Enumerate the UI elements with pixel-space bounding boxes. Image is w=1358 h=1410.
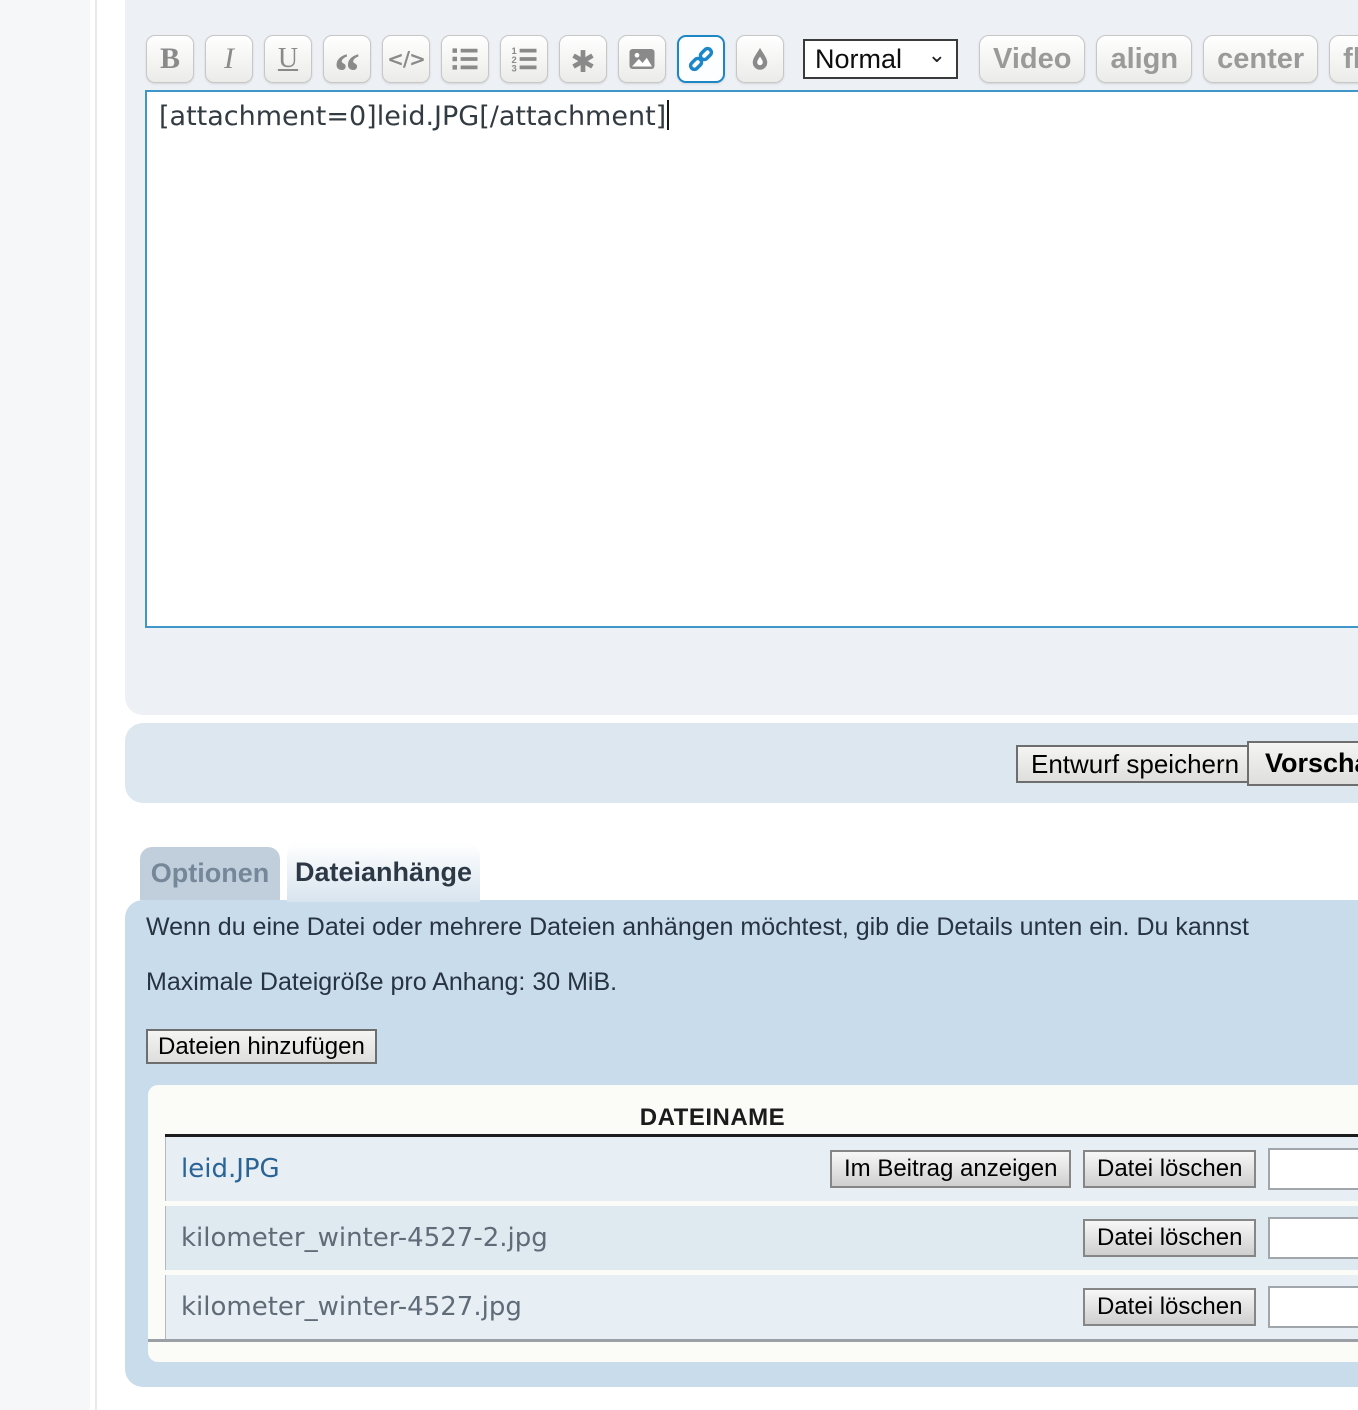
attachment-filename: kilometer_winter-4527-2.jpg: [181, 1223, 548, 1253]
attachment-filename: kilometer_winter-4527.jpg: [181, 1292, 522, 1322]
quote-icon: “: [334, 68, 360, 78]
color-drop-icon: [746, 45, 774, 73]
attachments-info-text: Wenn du eine Datei oder mehrere Dateien …: [146, 913, 1249, 942]
attachment-row: kilometer_winter-4527.jpg Datei löschen: [165, 1275, 1358, 1339]
left-sidebar: [0, 0, 90, 1410]
italic-button[interactable]: I: [205, 35, 253, 83]
bullet-list-icon: [450, 44, 480, 74]
underline-button[interactable]: U: [264, 35, 312, 83]
bold-icon: B: [160, 42, 180, 76]
code-icon: </>: [387, 47, 425, 71]
font-color-button[interactable]: [736, 35, 784, 83]
ordered-list-icon: 1 2 3: [509, 44, 539, 74]
preview-button[interactable]: Vorschau: [1247, 741, 1358, 786]
sidebar-divider: [95, 0, 97, 1410]
insert-image-button[interactable]: [618, 35, 666, 83]
format-select[interactable]: Normal ⌄: [803, 39, 958, 79]
attachments-table-panel: DATEINAME leid.JPG Im Beitrag anzeigen D…: [148, 1085, 1358, 1362]
delete-file-button[interactable]: Datei löschen: [1083, 1288, 1256, 1326]
add-files-button[interactable]: Dateien hinzufügen: [146, 1029, 377, 1064]
attachment-filename-link[interactable]: leid.JPG: [181, 1154, 280, 1184]
delete-file-button[interactable]: Datei löschen: [1083, 1219, 1256, 1257]
message-editor[interactable]: [attachment=0]leid.JPG[/attachment]: [145, 90, 1358, 628]
attachment-comment-input[interactable]: [1268, 1148, 1358, 1190]
asterisk-icon: ✱: [570, 45, 595, 80]
underline-icon: U: [278, 43, 298, 75]
table-bottom-border: [148, 1339, 1358, 1342]
max-filesize-text: Maximale Dateigröße pro Anhang: 30 MiB.: [146, 968, 617, 997]
tab-options[interactable]: Optionen: [140, 847, 280, 900]
image-icon: [627, 44, 657, 74]
attachment-row: kilometer_winter-4527-2.jpg Datei lösche…: [165, 1206, 1358, 1270]
post-editor-page: B I U “ </> 1 2: [0, 0, 1358, 1410]
svg-text:3: 3: [512, 64, 517, 74]
italic-icon: I: [224, 42, 234, 76]
align-button[interactable]: align: [1096, 35, 1192, 83]
attachment-row: leid.JPG Im Beitrag anzeigen Datei lösch…: [165, 1137, 1358, 1201]
tab-attachments[interactable]: Dateianhänge: [287, 843, 480, 902]
text-cursor: [667, 100, 669, 130]
format-select-value: Normal: [815, 44, 902, 75]
chevron-down-icon: ⌄: [928, 42, 946, 68]
ordered-list-button[interactable]: 1 2 3: [500, 35, 548, 83]
link-icon: [685, 43, 717, 75]
message-text: [attachment=0]leid.JPG[/attachment]: [159, 101, 666, 132]
show-in-post-button[interactable]: Im Beitrag anzeigen: [830, 1150, 1071, 1188]
code-button[interactable]: </>: [382, 35, 430, 83]
video-button[interactable]: Video: [979, 35, 1085, 83]
insert-link-button[interactable]: [677, 35, 725, 83]
list-item-button[interactable]: ✱: [559, 35, 607, 83]
delete-file-button[interactable]: Datei löschen: [1083, 1150, 1256, 1188]
bullet-list-button[interactable]: [441, 35, 489, 83]
filename-column-header: DATEINAME: [165, 1104, 1260, 1132]
save-draft-button[interactable]: Entwurf speichern: [1016, 745, 1254, 783]
attachment-comment-input[interactable]: [1268, 1217, 1358, 1259]
float-button[interactable]: float: [1329, 35, 1358, 83]
bold-button[interactable]: B: [146, 35, 194, 83]
bbcode-toolbar: B I U “ </> 1 2: [146, 35, 1358, 83]
center-button[interactable]: center: [1203, 35, 1318, 83]
attachment-comment-input[interactable]: [1268, 1286, 1358, 1328]
quote-button[interactable]: “: [323, 35, 371, 83]
